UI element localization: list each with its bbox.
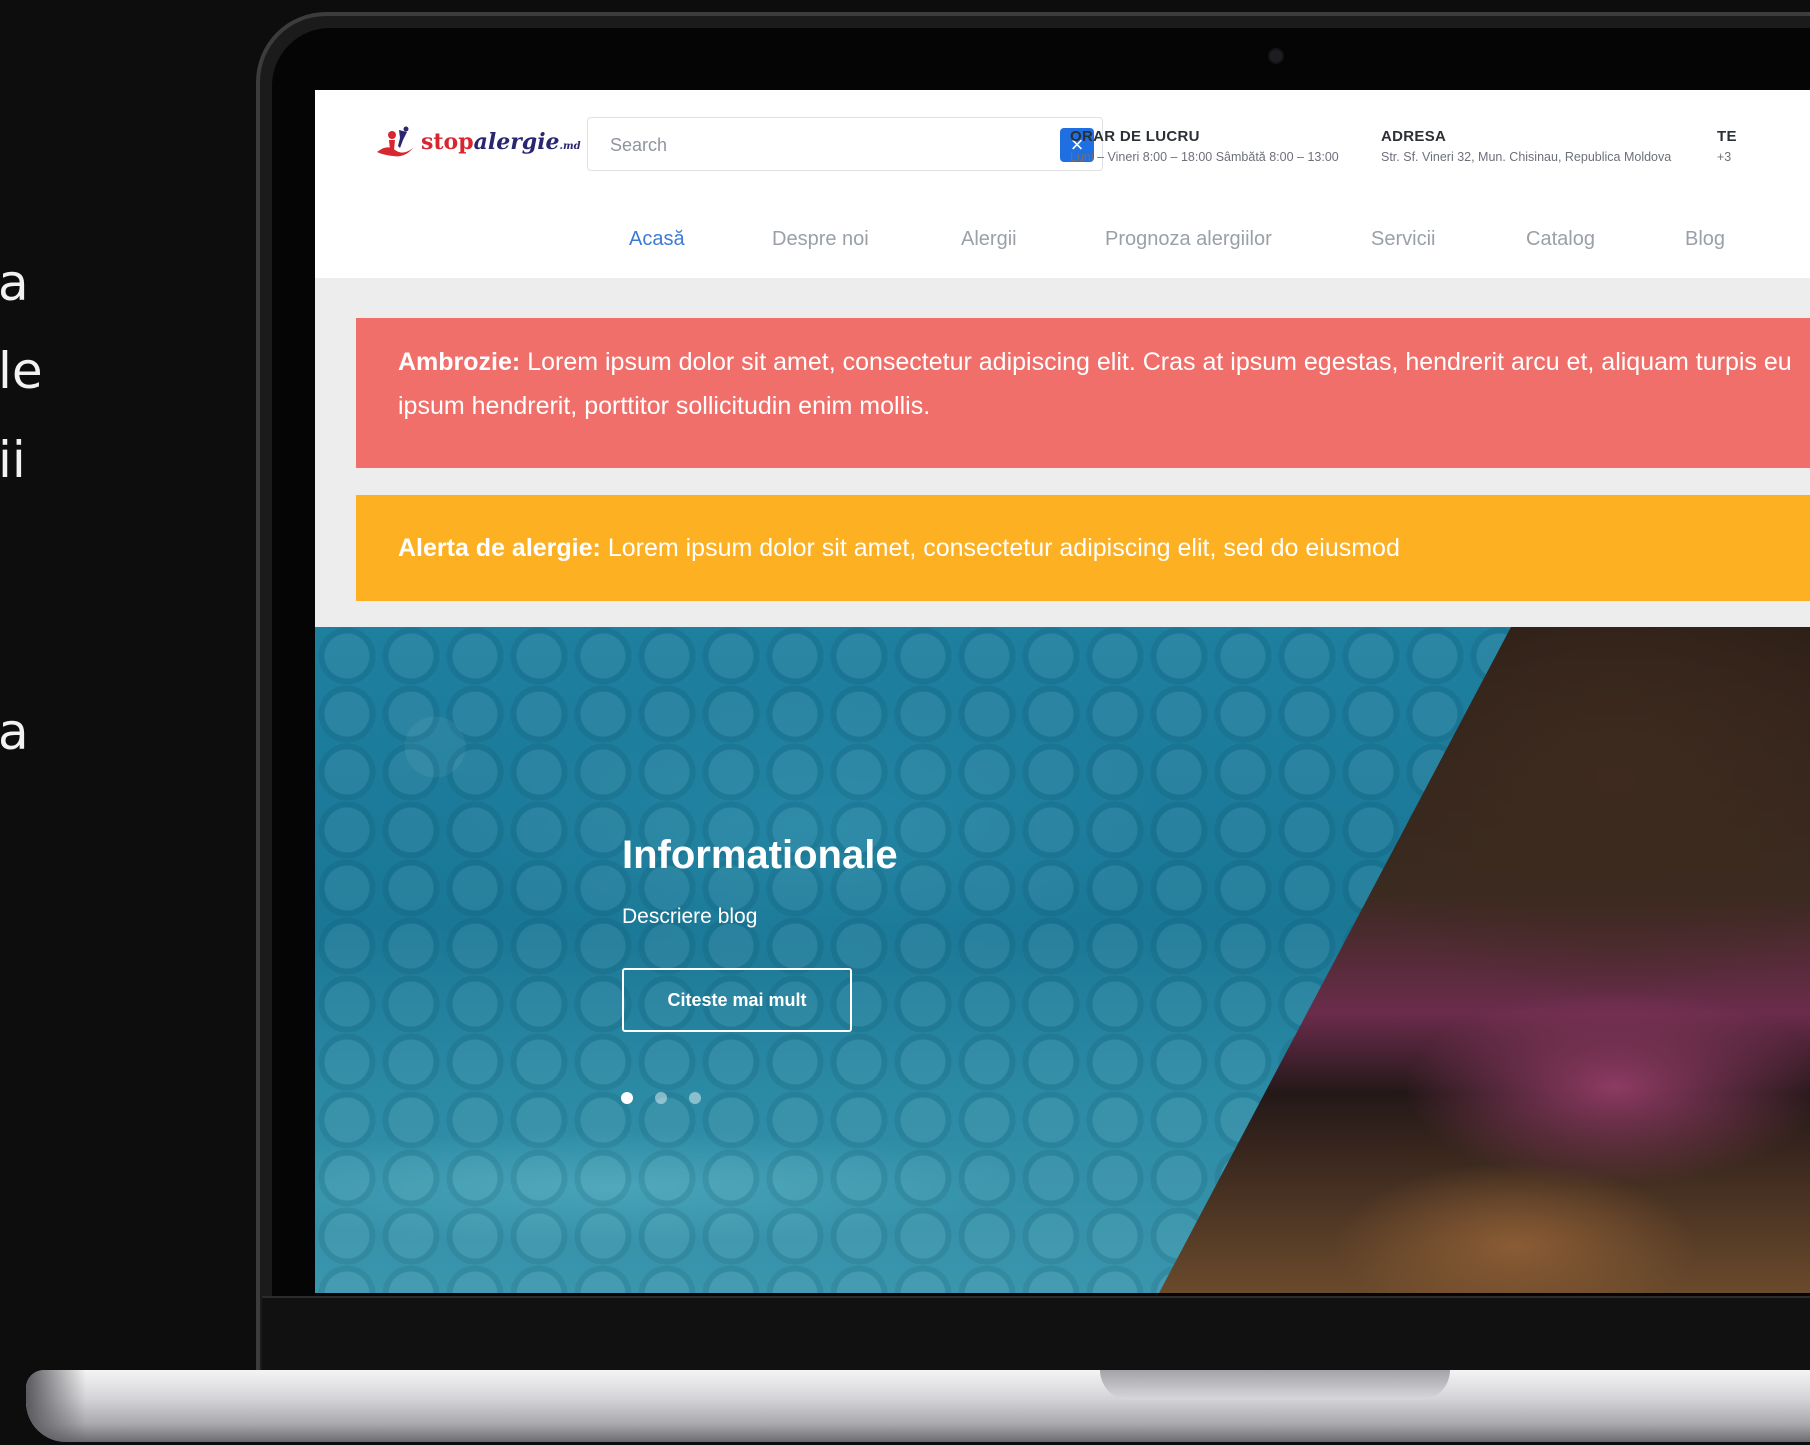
nav-item-acasa[interactable]: Acasă <box>629 228 685 251</box>
working-hours-text: Luni – Vineri 8:00 – 18:00 Sâmbătă 8:00 … <box>1070 150 1339 164</box>
address-title: ADRESA <box>1381 128 1447 145</box>
hero-slider: Informationale Descriere blog Citeste ma… <box>315 627 1810 1293</box>
slider-dot-3[interactable] <box>689 1092 701 1104</box>
hero-subtitle: Descriere blog <box>622 905 758 928</box>
slider-dots <box>621 1092 701 1104</box>
slider-dot-2[interactable] <box>655 1092 667 1104</box>
slider-dot-1[interactable] <box>621 1092 633 1104</box>
laptop-bezel-bottom <box>262 1296 1810 1372</box>
alert-ambrozie: Ambrozie: Lorem ipsum dolor sit amet, co… <box>356 318 1810 468</box>
alert-allergy-text: Lorem ipsum dolor sit amet, consectetur … <box>607 534 1400 562</box>
logo-text: stopalergie.md <box>421 129 581 155</box>
alert-allergy-label: Alerta de alergie: <box>398 534 601 562</box>
side-text-line-3: ii <box>0 431 26 489</box>
side-text-line-1: a <box>0 254 29 312</box>
hero-image-overlay <box>315 627 1511 1293</box>
nav-item-alergii[interactable]: Alergii <box>961 228 1017 251</box>
laptop-base-shade <box>26 1370 86 1442</box>
search-input[interactable] <box>608 130 1052 160</box>
site-logo[interactable]: stopalergie.md <box>373 126 581 158</box>
working-hours-title: ORAR DE LUCRU <box>1070 128 1200 145</box>
address-info: ADRESA Str. Sf. Vineri 32, Mun. Chisinau… <box>1381 128 1671 164</box>
phone-info: TE +3 <box>1717 128 1737 164</box>
camera-icon <box>1268 48 1284 64</box>
phone-title: TE <box>1717 128 1737 145</box>
laptop-base <box>26 1370 1810 1442</box>
read-more-button[interactable]: Citeste mai mult <box>622 968 852 1032</box>
website-screen: stopalergie.md × ORAR DE LUCRU Luni – Vi… <box>315 90 1810 1293</box>
side-text-line-2: le <box>0 342 43 400</box>
nav-item-despre-noi[interactable]: Despre noi <box>772 228 869 251</box>
phone-text: +3 <box>1717 150 1732 164</box>
nav-item-catalog[interactable]: Catalog <box>1526 228 1595 251</box>
alert-ambrozie-text: Lorem ipsum dolor sit amet, consectetur … <box>398 348 1792 420</box>
nav-item-servicii[interactable]: Servicii <box>1371 228 1435 251</box>
hero-title: Informationale <box>622 833 898 877</box>
logo-icon <box>377 126 413 157</box>
search-box: × <box>587 117 1103 171</box>
alert-ambrozie-label: Ambrozie: <box>398 348 521 376</box>
laptop-notch <box>1100 1370 1450 1400</box>
nav-item-blog[interactable]: Blog <box>1685 228 1725 251</box>
nav-item-prognoza[interactable]: Prognoza alergiilor <box>1105 228 1272 251</box>
side-text-line-4: a <box>0 703 29 761</box>
working-hours: ORAR DE LUCRU Luni – Vineri 8:00 – 18:00… <box>1070 128 1339 164</box>
site-header: stopalergie.md × ORAR DE LUCRU Luni – Vi… <box>315 90 1810 278</box>
main-nav: Acasă Despre noi Alergii Prognoza alergi… <box>315 228 1810 252</box>
address-text: Str. Sf. Vineri 32, Mun. Chisinau, Repub… <box>1381 150 1672 164</box>
alert-allergy: Alerta de alergie: Lorem ipsum dolor sit… <box>356 495 1810 601</box>
